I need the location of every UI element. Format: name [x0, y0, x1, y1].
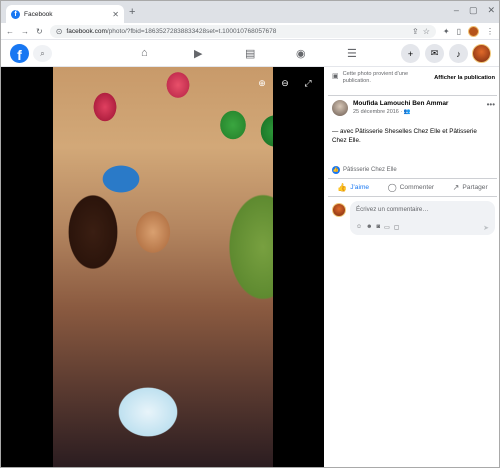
- comment-button[interactable]: ◯ Commenter: [388, 183, 434, 192]
- site-info-icon[interactable]: ⊙: [56, 27, 63, 36]
- post-date-text: 25 décembre 2016 ·: [353, 109, 403, 115]
- forward-icon[interactable]: →: [21, 27, 29, 36]
- share-icon: ↗: [452, 183, 460, 192]
- photo-viewer: ⊕ ⊖ ⤢: [1, 67, 324, 467]
- bookmark-star-icon[interactable]: ☆: [423, 27, 430, 36]
- thumbs-up-icon: 👍: [337, 183, 348, 192]
- reload-icon[interactable]: ↻: [36, 27, 43, 36]
- author-avatar[interactable]: [332, 100, 348, 116]
- address-bar[interactable]: ⊙ facebook.com/photo/?fbid=1863527283883…: [49, 24, 436, 38]
- search-icon[interactable]: ⌕: [33, 45, 52, 62]
- post-date: 25 décembre 2016 · 👥: [353, 109, 448, 115]
- close-tab-icon[interactable]: ✕: [112, 10, 119, 19]
- post-details-panel: ▣ Cette photo provient d'une publication…: [324, 67, 499, 467]
- author-name[interactable]: Moufida Lamouchi Ben Ammar: [353, 100, 448, 107]
- url-host: facebook.com: [66, 27, 107, 35]
- browser-profile-avatar[interactable]: [468, 25, 479, 37]
- tab-facebook[interactable]: f Facebook ✕: [6, 5, 124, 23]
- account-avatar[interactable]: [472, 44, 491, 63]
- tab-strip: f Facebook ✕ + – ▢ ✕: [1, 1, 499, 23]
- browser-toolbar: ← → ↻ ⊙ facebook.com/photo/?fbid=1863527…: [1, 23, 499, 39]
- zoom-out-icon[interactable]: ⊖: [277, 75, 293, 91]
- menu-icon[interactable]: ☰: [347, 47, 357, 60]
- new-tab-button[interactable]: +: [129, 6, 135, 18]
- share-page-icon[interactable]: ⇪: [412, 27, 419, 36]
- browser-window: f Facebook ✕ + – ▢ ✕ ← → ↻ ⊙ facebook.co…: [0, 0, 500, 468]
- notifications-icon[interactable]: ♪: [449, 44, 468, 63]
- birthday-photo[interactable]: [53, 67, 273, 467]
- video-icon[interactable]: ▶: [194, 47, 202, 60]
- divider: [328, 95, 497, 96]
- facebook-logo[interactable]: f: [10, 44, 29, 63]
- groups-icon[interactable]: ◉: [296, 47, 306, 60]
- reaction-summary[interactable]: 👍 Pâtisserie Chez Elle: [332, 166, 397, 174]
- friends-audience-icon: 👥: [403, 109, 411, 115]
- divider: [328, 196, 497, 197]
- minimize-icon[interactable]: –: [454, 5, 459, 16]
- commenter-avatar: [332, 203, 346, 217]
- sticker-icon[interactable]: ▢: [394, 224, 400, 231]
- back-icon[interactable]: ←: [6, 27, 14, 36]
- fullscreen-icon[interactable]: ⤢: [300, 75, 316, 91]
- comment-label: Commenter: [399, 184, 435, 191]
- comment-input[interactable]: Écrivez un commentaire… ☺ ☻ ◙ ▭ ▢ ➤: [350, 201, 495, 235]
- emoji-icon[interactable]: ☻: [366, 224, 372, 231]
- divider: [328, 178, 497, 179]
- browser-menu-icon[interactable]: ⋮: [486, 27, 494, 36]
- comment-placeholder: Écrivez un commentaire…: [356, 206, 429, 213]
- extensions-icon[interactable]: ✦: [443, 27, 450, 36]
- photo-source-notice: ▣ Cette photo provient d'une publication…: [332, 71, 495, 93]
- avatar-sticker-icon[interactable]: ☺: [356, 224, 362, 231]
- facebook-header: f ⌕ ⌂ ▶ ▤ ◉ ☰ + ✉ ♪: [1, 39, 499, 67]
- maximize-icon[interactable]: ▢: [469, 5, 478, 16]
- share-label: Partager: [462, 184, 488, 191]
- side-panel-icon[interactable]: ▯: [457, 27, 461, 36]
- create-icon[interactable]: +: [401, 44, 420, 63]
- messenger-icon[interactable]: ✉: [425, 44, 444, 63]
- zoom-in-icon[interactable]: ⊕: [254, 75, 270, 91]
- window-controls: – ▢ ✕: [454, 5, 495, 16]
- comment-tools: ☺ ☻ ◙ ▭ ▢: [356, 224, 399, 231]
- close-window-icon[interactable]: ✕: [487, 5, 495, 16]
- reaction-name: Pâtisserie Chez Elle: [343, 167, 397, 173]
- share-button[interactable]: ↗ Partager: [453, 183, 488, 192]
- facebook-favicon-icon: f: [11, 9, 20, 19]
- post-actions: 👍 J'aime ◯ Commenter ↗ Partager: [328, 180, 497, 195]
- url-path: /photo/?fbid=18635272838833428set=t.1000…: [106, 27, 277, 35]
- view-post-link[interactable]: Afficher la publication: [434, 75, 495, 93]
- more-options-icon[interactable]: •••: [487, 100, 495, 109]
- tab-title: Facebook: [24, 10, 53, 18]
- url-text[interactable]: facebook.com/photo/?fbid=186352728388334…: [66, 28, 408, 35]
- gif-icon[interactable]: ▭: [384, 224, 390, 231]
- comment-icon: ◯: [387, 183, 397, 192]
- like-label: J'aime: [350, 184, 370, 191]
- post-author: Moufida Lamouchi Ben Ammar 25 décembre 2…: [332, 100, 495, 116]
- post-source-icon: ▣: [332, 73, 339, 80]
- notice-text: Cette photo provient d'une publication.: [342, 71, 409, 84]
- like-reaction-icon: 👍: [332, 166, 340, 174]
- post-caption: — avec Pâtisserie Sheselles Chez Elle et…: [332, 128, 477, 144]
- home-icon[interactable]: ⌂: [141, 47, 148, 59]
- send-icon[interactable]: ➤: [483, 224, 489, 232]
- camera-icon[interactable]: ◙: [376, 224, 380, 231]
- marketplace-icon[interactable]: ▤: [245, 47, 255, 60]
- comment-composer: Écrivez un commentaire… ☺ ☻ ◙ ▭ ▢ ➤: [332, 201, 495, 235]
- like-button[interactable]: 👍 J'aime: [337, 183, 369, 192]
